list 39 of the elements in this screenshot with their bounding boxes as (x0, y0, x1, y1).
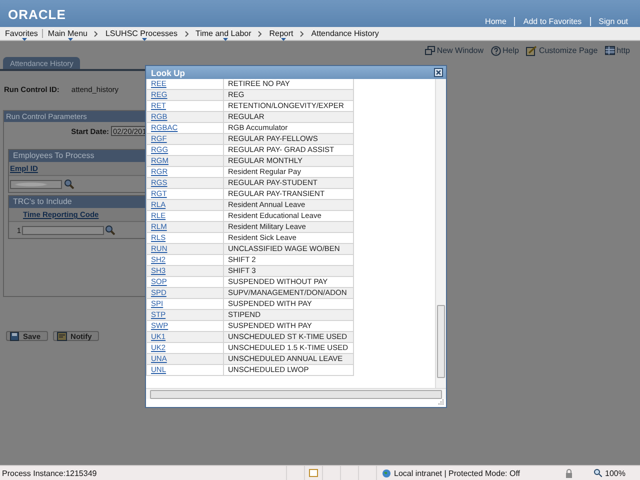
header-link[interactable]: Add to Favorites (514, 17, 590, 26)
oracle-logo: ORACLE (8, 7, 66, 22)
breadcrumb-link[interactable]: Time and Labor (192, 29, 254, 38)
close-icon[interactable] (434, 68, 443, 77)
toolbar-link[interactable]: Customize Page (526, 46, 598, 56)
notification-icon (309, 469, 318, 477)
chevron-icon (258, 30, 262, 36)
search-icon[interactable] (105, 225, 115, 235)
resize-grip-icon[interactable] (438, 399, 444, 405)
trc-field[interactable] (22, 226, 104, 234)
zoom-level[interactable]: 100% (605, 468, 626, 478)
header-link[interactable]: Home (477, 17, 514, 26)
zoom-icon (594, 469, 602, 477)
chevron-icon (300, 30, 304, 36)
empl-id-field[interactable] (10, 180, 62, 188)
toolbar-link[interactable]: http (604, 46, 630, 55)
breadcrumb-link[interactable]: LSUHSC Processes (102, 29, 181, 38)
chevron-icon (184, 30, 189, 36)
dialog-title: Look Up (151, 68, 185, 78)
toolbar-link[interactable]: New Window (424, 46, 484, 55)
grid-icon (604, 46, 615, 55)
header-link[interactable]: Sign out (590, 17, 636, 26)
window-icon (424, 46, 435, 55)
breadcrumb-link[interactable]: Main Menu (44, 29, 90, 38)
horizontal-scrollbar[interactable] (146, 388, 446, 399)
customize-icon (526, 46, 537, 56)
lock-icon[interactable] (564, 468, 574, 478)
chevron-icon (94, 30, 98, 36)
vertical-scrollbar[interactable] (435, 79, 446, 388)
help-icon (490, 46, 500, 56)
toolbar-link[interactable]: Help (490, 46, 519, 56)
globe-icon (382, 468, 391, 478)
breadcrumb-link[interactable]: Attendance History (308, 29, 382, 38)
status-text: Process Instance:1215349 (1, 468, 98, 478)
search-icon[interactable] (64, 179, 74, 189)
security-zone-text: Local intranet | Protected Mode: Off (394, 468, 520, 478)
envelope-icon (56, 332, 67, 340)
breadcrumb-link[interactable]: Favorites (2, 29, 43, 38)
breadcrumb-link[interactable]: Report (266, 29, 296, 38)
